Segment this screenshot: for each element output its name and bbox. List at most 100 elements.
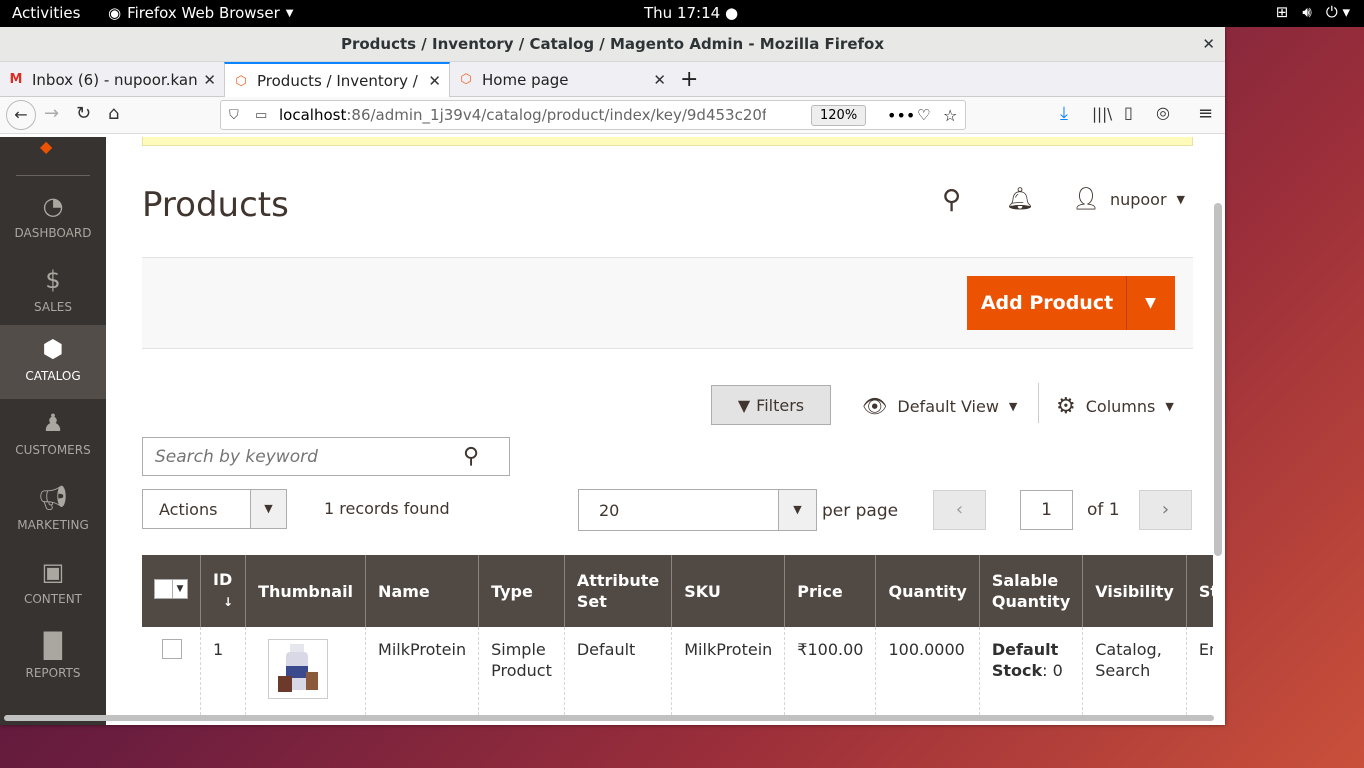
- clock[interactable]: Thu 17:14 ●: [644, 4, 738, 22]
- close-tab-icon[interactable]: ✕: [203, 71, 216, 89]
- home-icon[interactable]: ⌂: [108, 103, 119, 124]
- dashboard-icon: ◔: [42, 192, 64, 220]
- filters-button[interactable]: ▼ Filters: [711, 385, 831, 425]
- column-header-sku[interactable]: SKU: [671, 555, 785, 627]
- column-header-visibility[interactable]: Visibility: [1082, 555, 1187, 627]
- header-label: Name: [378, 581, 430, 601]
- per-page-select[interactable]: 20 ▼: [578, 489, 817, 531]
- bookmark-star-icon[interactable]: ☆: [943, 106, 957, 125]
- app-menu-label: Firefox Web Browser: [127, 4, 280, 22]
- dollar-icon: $: [45, 266, 61, 294]
- back-icon[interactable]: ←: [6, 100, 36, 130]
- magento-logo-icon[interactable]: ◆: [40, 137, 52, 156]
- table-row[interactable]: 1 MilkProtein Simple Product Default Mil…: [142, 627, 1213, 715]
- magento-icon: ⬡: [235, 73, 247, 89]
- new-tab-icon[interactable]: +: [680, 67, 698, 92]
- gear-icon: ⚙: [1056, 394, 1076, 419]
- zoom-level[interactable]: 120%: [811, 105, 867, 126]
- sidebar-item-content[interactable]: ▣ CONTENT: [0, 548, 106, 622]
- column-header-salable-quantity[interactable]: Salable Quantity: [978, 555, 1083, 627]
- tab-home-page[interactable]: ⬡ Home page ✕: [450, 62, 674, 97]
- firefox-icon: ◉: [108, 4, 122, 22]
- sidebar-toggle-icon[interactable]: ▯: [1124, 103, 1133, 122]
- column-header-thumbnail[interactable]: Thumbnail: [245, 555, 366, 627]
- search-icon[interactable]: ⚲: [463, 444, 479, 469]
- clock-label: Thu 17:14: [644, 4, 721, 22]
- url-bar[interactable]: ⛉ ▭ localhost :86/admin_1j39v4/catalog/p…: [220, 100, 966, 130]
- header-label: Price: [797, 581, 843, 601]
- row-checkbox[interactable]: [162, 639, 182, 659]
- add-product-dropdown-icon[interactable]: ▼: [1127, 295, 1174, 311]
- tab-products[interactable]: ⬡ Products / Inventory / ✕: [224, 62, 450, 98]
- network-icon: ⊞: [1275, 3, 1289, 21]
- activities-button[interactable]: Activities: [12, 4, 80, 22]
- forward-icon[interactable]: →: [44, 103, 59, 124]
- vertical-scrollbar[interactable]: [1214, 203, 1222, 556]
- actions-dropdown[interactable]: Actions ▼: [142, 489, 287, 529]
- sidebar-item-sales[interactable]: $ SALES: [0, 256, 106, 330]
- add-product-label: Add Product: [980, 292, 1114, 314]
- more-actions-icon[interactable]: •••: [887, 106, 915, 125]
- sidebar-item-label: DASHBOARD: [14, 226, 92, 240]
- library-icon[interactable]: |||\: [1092, 105, 1112, 123]
- app-menu[interactable]: ◉ Firefox Web Browser ▼: [108, 4, 293, 22]
- search-input[interactable]: [155, 446, 455, 467]
- header-label: SKU: [684, 581, 721, 601]
- notice-banner: [142, 137, 1193, 146]
- cell-salable-quantity: Default Stock: 0: [978, 627, 1083, 715]
- close-tab-icon[interactable]: ✕: [653, 71, 666, 89]
- tab-inbox[interactable]: M Inbox (6) - nupoor.kan ✕: [0, 62, 224, 97]
- records-count: 1 records found: [324, 499, 450, 518]
- column-header-price[interactable]: Price: [784, 555, 876, 627]
- cube-icon: ⬢: [42, 335, 64, 363]
- next-page-button[interactable]: ›: [1139, 490, 1192, 530]
- table-header-row: ▼ ID ↓ Thumbnail Name Type Attribute Set…: [142, 555, 1213, 627]
- cell-type: Simple Product: [478, 627, 565, 715]
- notifications-bell-icon[interactable]: 🔔︎: [1006, 187, 1034, 212]
- funnel-icon: ▼: [737, 395, 751, 415]
- horizontal-scrollbar[interactable]: [4, 715, 1214, 721]
- previous-page-button[interactable]: ‹: [933, 490, 986, 530]
- sidebar-item-catalog[interactable]: ⬢ CATALOG: [0, 325, 106, 399]
- keyword-search: ⚲: [142, 437, 510, 476]
- columns-dropdown[interactable]: ⚙ Columns ▼: [1056, 394, 1174, 419]
- default-view-dropdown[interactable]: 👁︎ Default View ▼: [862, 394, 1017, 418]
- search-icon[interactable]: ⚲: [942, 185, 961, 215]
- system-tray[interactable]: ⊞ 🔊︎ ⏻ ▾: [1276, 3, 1350, 21]
- menu-icon[interactable]: ≡: [1198, 103, 1213, 124]
- sidebar-item-customers[interactable]: ♟ CUSTOMERS: [0, 399, 106, 473]
- cell-id: 1: [199, 627, 246, 715]
- column-header-status[interactable]: Status: [1185, 555, 1213, 627]
- add-product-button[interactable]: Add Product ▼: [967, 276, 1175, 330]
- power-icon: ⏻ ▾: [1325, 3, 1350, 21]
- sidebar-item-dashboard[interactable]: ◔ DASHBOARD: [0, 182, 106, 256]
- chevron-down-icon: ▼: [1008, 399, 1018, 413]
- pocket-icon[interactable]: ♡: [917, 106, 930, 124]
- sidebar-item-label: CUSTOMERS: [15, 443, 91, 457]
- products-grid: ▼ ID ↓ Thumbnail Name Type Attribute Set…: [142, 555, 1213, 715]
- account-icon[interactable]: ◎: [1156, 103, 1170, 122]
- sidebar-item-marketing[interactable]: 📢︎ MARKETING: [0, 474, 106, 548]
- user-menu[interactable]: 👤︎ nupoor ▼: [1072, 187, 1185, 212]
- column-header-type[interactable]: Type: [478, 555, 565, 627]
- cell-status: Enabled: [1185, 627, 1213, 715]
- download-icon[interactable]: ⤓: [1060, 103, 1068, 124]
- column-header-name[interactable]: Name: [365, 555, 479, 627]
- main-content: Products ⚲ 🔔︎ 👤︎ nupoor ▼ Add Product ▼ …: [106, 137, 1213, 715]
- close-window-icon[interactable]: ✕: [1202, 27, 1215, 62]
- column-header-attribute-set[interactable]: Attribute Set: [563, 555, 672, 627]
- header-label: ID: [213, 570, 233, 589]
- product-thumbnail[interactable]: [268, 639, 329, 699]
- column-header-id[interactable]: ID ↓: [199, 555, 246, 627]
- header-label: Status: [1198, 581, 1213, 601]
- page-total: of 1: [1087, 500, 1120, 520]
- chevron-down-icon: ▼: [250, 490, 286, 528]
- actions-label: Actions: [159, 499, 218, 519]
- salable-value: : 0: [1042, 661, 1063, 680]
- column-header-quantity[interactable]: Quantity: [875, 555, 980, 627]
- reload-icon[interactable]: ↻: [76, 103, 91, 124]
- close-tab-icon[interactable]: ✕: [428, 72, 441, 90]
- sidebar-item-reports[interactable]: ▐▌ REPORTS: [0, 622, 106, 696]
- mass-select-checkbox[interactable]: ▼: [154, 579, 188, 599]
- page-number-input[interactable]: 1: [1020, 490, 1073, 530]
